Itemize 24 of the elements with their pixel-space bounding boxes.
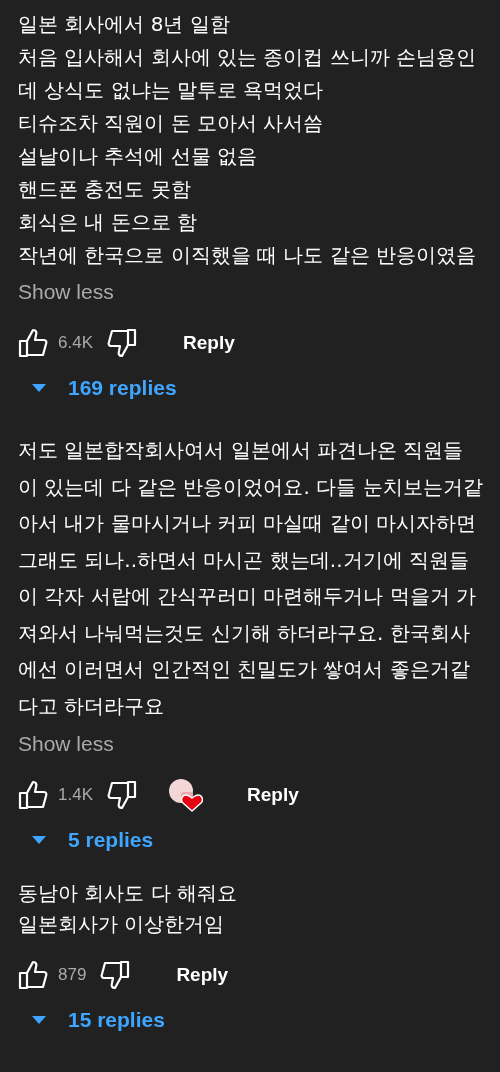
thumbs-down-icon[interactable] xyxy=(100,960,131,990)
creator-heart-icon xyxy=(167,778,203,812)
thumbs-up-icon[interactable] xyxy=(18,780,48,810)
thumbs-down-icon[interactable] xyxy=(107,780,137,810)
caret-icon xyxy=(32,836,46,844)
like-count: 879 xyxy=(58,965,87,985)
thumbs-up-icon[interactable] xyxy=(18,960,48,990)
view-replies-button[interactable]: 169 replies xyxy=(26,372,183,404)
like-count: 6.4K xyxy=(58,333,93,353)
view-replies-button[interactable]: 5 replies xyxy=(26,824,160,856)
thumbs-down-icon[interactable] xyxy=(107,328,137,358)
comment-text: 동남아 회사도 다 해줘요 일본회사가 이상한거임 xyxy=(18,880,238,938)
reply-button[interactable]: Reply xyxy=(177,328,241,358)
reply-button[interactable]: Reply xyxy=(241,780,305,810)
thumbs-up-icon[interactable] xyxy=(18,328,48,358)
reply-button[interactable]: Reply xyxy=(170,960,235,990)
comment-text: 저도 일본합작회사여서 일본에서 파견나온 직원들 이 있는데 다 같은 반응이었어요. 다들 눈치보는거같 아서 내가 물마시거나 커피 마실때 같이 마시자하면 그래도 되나..하면서 마시곤 했는데..거기에 직원들 이 각자 서랍에 간식꾸러미 마련해두거나 먹을거 가 져와서 나눠먹는것도 신기해 하더라구요. 한국회사 에선 이러면서 인간적인 친밀도가 쌓여서 좋은거같 다고 하더라구요 xyxy=(18,437,483,720)
like-count: 1.4K xyxy=(58,785,93,805)
show-less-link[interactable]: Show less xyxy=(18,280,114,304)
view-replies-button[interactable]: 15 replies xyxy=(26,1004,171,1036)
caret-icon xyxy=(32,1016,46,1024)
show-less-link[interactable]: Show less xyxy=(18,732,114,756)
caret-icon xyxy=(32,384,46,392)
comment-text: 일본 회사에서 8년 일함 처음 입사해서 회사에 있는 종이컵 쓰니까 손님용인 데 상식도 없냐는 말투로 욕먹었다 티슈조차 직원이 돈 모아서 사서씀 설날이나 추석에 선물 없음 핸드폰 충전도 못함 회식은 내 돈으로 함 작년에 한국으로 이직했을 때 나도 같은 반응이였음 xyxy=(18,11,477,269)
